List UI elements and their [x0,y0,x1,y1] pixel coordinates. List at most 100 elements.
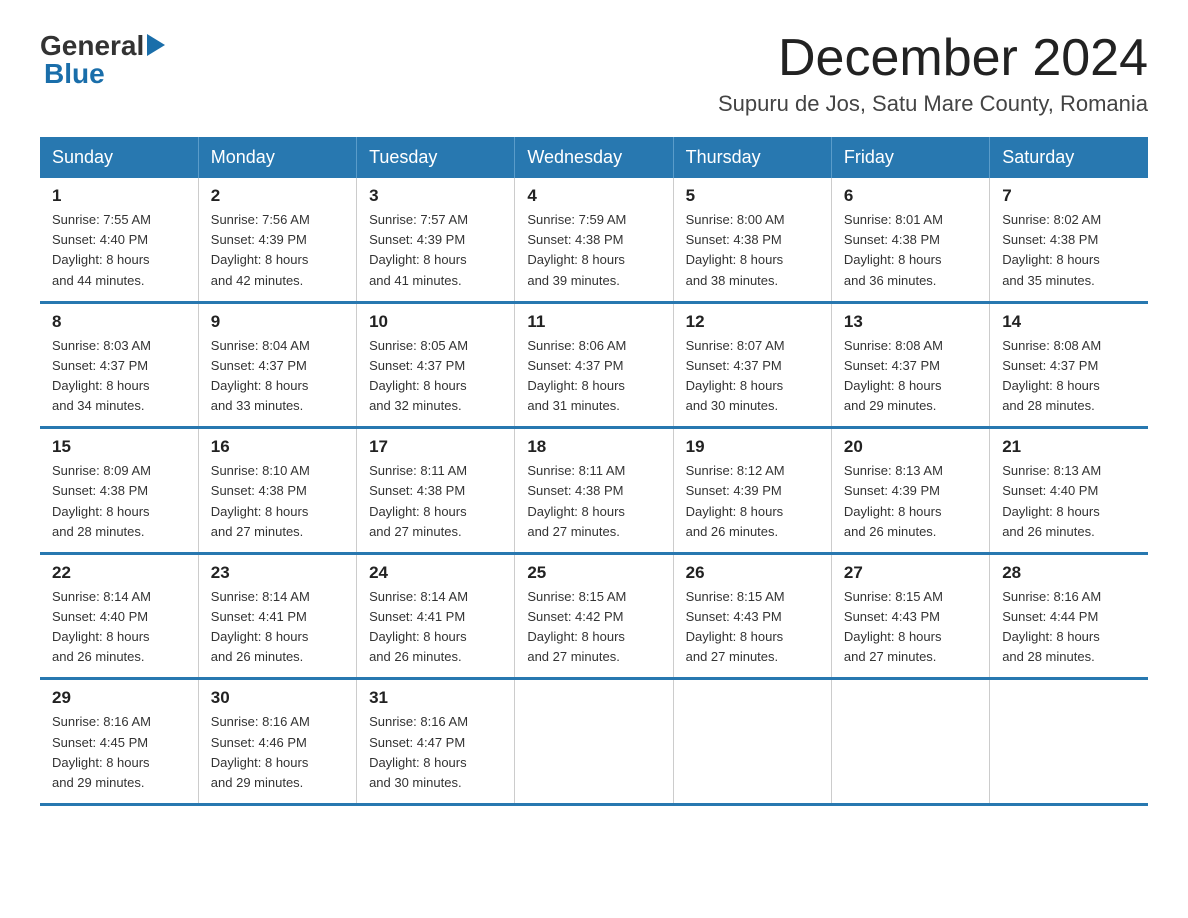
day-info: Sunrise: 8:12 AMSunset: 4:39 PMDaylight:… [686,461,819,542]
day-info: Sunrise: 8:15 AMSunset: 4:42 PMDaylight:… [527,587,660,668]
day-info: Sunrise: 8:01 AMSunset: 4:38 PMDaylight:… [844,210,977,291]
day-info: Sunrise: 8:16 AMSunset: 4:44 PMDaylight:… [1002,587,1136,668]
calendar-cell: 4 Sunrise: 7:59 AMSunset: 4:38 PMDayligh… [515,178,673,302]
day-info: Sunrise: 8:16 AMSunset: 4:45 PMDaylight:… [52,712,186,793]
day-info: Sunrise: 8:15 AMSunset: 4:43 PMDaylight:… [844,587,977,668]
calendar-cell: 12 Sunrise: 8:07 AMSunset: 4:37 PMDaylig… [673,302,831,428]
title-block: December 2024 Supuru de Jos, Satu Mare C… [718,30,1148,117]
page-header: General Blue December 2024 Supuru de Jos… [40,30,1148,117]
col-monday: Monday [198,137,356,178]
day-number: 7 [1002,186,1136,206]
calendar-cell: 30 Sunrise: 8:16 AMSunset: 4:46 PMDaylig… [198,679,356,805]
day-info: Sunrise: 7:56 AMSunset: 4:39 PMDaylight:… [211,210,344,291]
day-info: Sunrise: 8:06 AMSunset: 4:37 PMDaylight:… [527,336,660,417]
day-info: Sunrise: 8:14 AMSunset: 4:40 PMDaylight:… [52,587,186,668]
day-info: Sunrise: 8:16 AMSunset: 4:47 PMDaylight:… [369,712,502,793]
month-year-heading: December 2024 [718,30,1148,87]
calendar-cell: 25 Sunrise: 8:15 AMSunset: 4:42 PMDaylig… [515,553,673,679]
day-number: 15 [52,437,186,457]
calendar-cell: 26 Sunrise: 8:15 AMSunset: 4:43 PMDaylig… [673,553,831,679]
day-info: Sunrise: 8:02 AMSunset: 4:38 PMDaylight:… [1002,210,1136,291]
calendar-cell: 8 Sunrise: 8:03 AMSunset: 4:37 PMDayligh… [40,302,198,428]
col-sunday: Sunday [40,137,198,178]
day-number: 20 [844,437,977,457]
day-number: 30 [211,688,344,708]
logo: General Blue [40,30,165,90]
calendar-cell [515,679,673,805]
location-text: Supuru de Jos, Satu Mare County, Romania [718,91,1148,117]
calendar-cell: 22 Sunrise: 8:14 AMSunset: 4:40 PMDaylig… [40,553,198,679]
day-number: 22 [52,563,186,583]
calendar-cell [673,679,831,805]
day-info: Sunrise: 8:15 AMSunset: 4:43 PMDaylight:… [686,587,819,668]
day-info: Sunrise: 8:08 AMSunset: 4:37 PMDaylight:… [844,336,977,417]
day-number: 8 [52,312,186,332]
col-thursday: Thursday [673,137,831,178]
calendar-cell: 7 Sunrise: 8:02 AMSunset: 4:38 PMDayligh… [990,178,1148,302]
day-number: 29 [52,688,186,708]
calendar-cell: 23 Sunrise: 8:14 AMSunset: 4:41 PMDaylig… [198,553,356,679]
col-friday: Friday [831,137,989,178]
col-tuesday: Tuesday [357,137,515,178]
week-row-1: 1 Sunrise: 7:55 AMSunset: 4:40 PMDayligh… [40,178,1148,302]
calendar-cell: 21 Sunrise: 8:13 AMSunset: 4:40 PMDaylig… [990,428,1148,554]
day-number: 18 [527,437,660,457]
day-info: Sunrise: 8:10 AMSunset: 4:38 PMDaylight:… [211,461,344,542]
day-info: Sunrise: 8:08 AMSunset: 4:37 PMDaylight:… [1002,336,1136,417]
week-row-5: 29 Sunrise: 8:16 AMSunset: 4:45 PMDaylig… [40,679,1148,805]
calendar-cell: 29 Sunrise: 8:16 AMSunset: 4:45 PMDaylig… [40,679,198,805]
day-number: 1 [52,186,186,206]
calendar-cell: 17 Sunrise: 8:11 AMSunset: 4:38 PMDaylig… [357,428,515,554]
week-row-4: 22 Sunrise: 8:14 AMSunset: 4:40 PMDaylig… [40,553,1148,679]
calendar-cell: 16 Sunrise: 8:10 AMSunset: 4:38 PMDaylig… [198,428,356,554]
calendar-cell: 28 Sunrise: 8:16 AMSunset: 4:44 PMDaylig… [990,553,1148,679]
calendar-cell: 9 Sunrise: 8:04 AMSunset: 4:37 PMDayligh… [198,302,356,428]
day-info: Sunrise: 8:13 AMSunset: 4:40 PMDaylight:… [1002,461,1136,542]
calendar-cell [831,679,989,805]
calendar-cell: 3 Sunrise: 7:57 AMSunset: 4:39 PMDayligh… [357,178,515,302]
col-wednesday: Wednesday [515,137,673,178]
calendar-cell: 11 Sunrise: 8:06 AMSunset: 4:37 PMDaylig… [515,302,673,428]
logo-arrow-icon [147,34,165,61]
calendar-cell: 19 Sunrise: 8:12 AMSunset: 4:39 PMDaylig… [673,428,831,554]
day-number: 27 [844,563,977,583]
calendar-cell: 6 Sunrise: 8:01 AMSunset: 4:38 PMDayligh… [831,178,989,302]
day-number: 16 [211,437,344,457]
day-number: 4 [527,186,660,206]
day-number: 9 [211,312,344,332]
day-info: Sunrise: 8:05 AMSunset: 4:37 PMDaylight:… [369,336,502,417]
day-info: Sunrise: 8:14 AMSunset: 4:41 PMDaylight:… [211,587,344,668]
day-number: 11 [527,312,660,332]
day-number: 25 [527,563,660,583]
day-number: 31 [369,688,502,708]
calendar-cell: 20 Sunrise: 8:13 AMSunset: 4:39 PMDaylig… [831,428,989,554]
day-number: 12 [686,312,819,332]
day-number: 17 [369,437,502,457]
week-row-3: 15 Sunrise: 8:09 AMSunset: 4:38 PMDaylig… [40,428,1148,554]
day-number: 21 [1002,437,1136,457]
calendar-cell: 31 Sunrise: 8:16 AMSunset: 4:47 PMDaylig… [357,679,515,805]
calendar-cell: 24 Sunrise: 8:14 AMSunset: 4:41 PMDaylig… [357,553,515,679]
calendar-cell: 5 Sunrise: 8:00 AMSunset: 4:38 PMDayligh… [673,178,831,302]
calendar-cell: 18 Sunrise: 8:11 AMSunset: 4:38 PMDaylig… [515,428,673,554]
day-number: 26 [686,563,819,583]
calendar-cell: 2 Sunrise: 7:56 AMSunset: 4:39 PMDayligh… [198,178,356,302]
logo-blue-text: Blue [44,58,105,90]
day-info: Sunrise: 8:09 AMSunset: 4:38 PMDaylight:… [52,461,186,542]
day-info: Sunrise: 8:07 AMSunset: 4:37 PMDaylight:… [686,336,819,417]
calendar-header-row: Sunday Monday Tuesday Wednesday Thursday… [40,137,1148,178]
day-info: Sunrise: 8:00 AMSunset: 4:38 PMDaylight:… [686,210,819,291]
calendar-cell: 13 Sunrise: 8:08 AMSunset: 4:37 PMDaylig… [831,302,989,428]
calendar-cell: 15 Sunrise: 8:09 AMSunset: 4:38 PMDaylig… [40,428,198,554]
day-number: 19 [686,437,819,457]
day-number: 28 [1002,563,1136,583]
calendar-table: Sunday Monday Tuesday Wednesday Thursday… [40,137,1148,806]
day-info: Sunrise: 7:59 AMSunset: 4:38 PMDaylight:… [527,210,660,291]
day-number: 3 [369,186,502,206]
day-info: Sunrise: 7:57 AMSunset: 4:39 PMDaylight:… [369,210,502,291]
day-number: 14 [1002,312,1136,332]
calendar-cell: 10 Sunrise: 8:05 AMSunset: 4:37 PMDaylig… [357,302,515,428]
day-number: 24 [369,563,502,583]
day-info: Sunrise: 8:16 AMSunset: 4:46 PMDaylight:… [211,712,344,793]
calendar-cell [990,679,1148,805]
